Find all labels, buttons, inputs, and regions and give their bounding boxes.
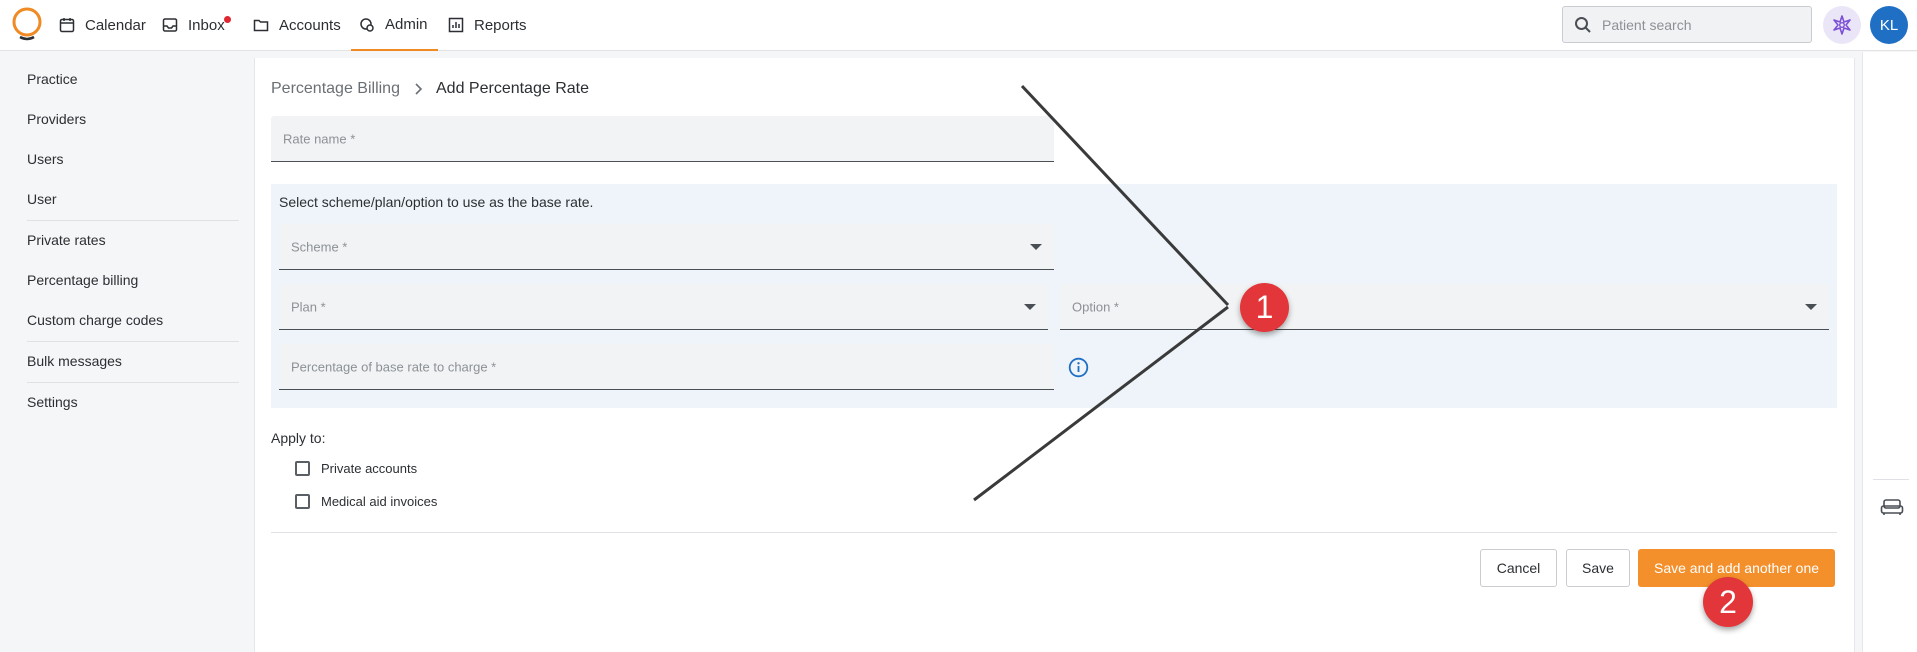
- percentage-field[interactable]: Percentage of base rate to charge *: [279, 344, 1054, 390]
- medical-aid-invoices-label: Medical aid invoices: [321, 494, 438, 509]
- sidebar-item-percentage-billing[interactable]: Percentage billing: [27, 272, 138, 288]
- sparkle-icon: [1833, 15, 1851, 35]
- sidebar-item-settings[interactable]: Settings: [27, 394, 78, 410]
- top-nav: Calendar Inbox Accounts Admin Reports KL: [0, 0, 1917, 51]
- plan-select[interactable]: Plan *: [279, 284, 1048, 330]
- sidebar-item-bulk-messages[interactable]: Bulk messages: [27, 353, 122, 369]
- medical-aid-invoices-checkbox[interactable]: [295, 494, 310, 509]
- user-avatar[interactable]: KL: [1870, 6, 1908, 44]
- percentage-placeholder: Percentage of base rate to charge *: [291, 359, 497, 374]
- chevron-right-icon: [415, 83, 423, 95]
- info-icon[interactable]: [1068, 357, 1089, 378]
- private-accounts-checkbox-row[interactable]: Private accounts: [295, 461, 417, 476]
- search-icon: [1575, 16, 1591, 33]
- inbox-icon: [162, 18, 178, 32]
- nav-accounts[interactable]: Accounts: [253, 0, 341, 50]
- sidebar-item-practice[interactable]: Practice: [27, 71, 78, 87]
- add-percentage-rate-panel: Percentage Billing Add Percentage Rate R…: [254, 58, 1855, 652]
- sidebar-item-custom-charge-codes[interactable]: Custom charge codes: [27, 312, 163, 328]
- rate-name-placeholder: Rate name *: [283, 131, 356, 146]
- nav-admin-label: Admin: [385, 16, 428, 33]
- save-button[interactable]: Save: [1566, 549, 1630, 587]
- reports-icon: [448, 17, 464, 33]
- admin-icon: [360, 17, 374, 32]
- breadcrumb-parent[interactable]: Percentage Billing: [271, 80, 400, 98]
- chevron-down-icon: [1024, 303, 1036, 310]
- medical-aid-invoices-checkbox-row[interactable]: Medical aid invoices: [295, 494, 437, 509]
- nav-calendar-label: Calendar: [85, 16, 146, 34]
- sidebar-divider: [27, 382, 239, 383]
- sidebar-item-providers[interactable]: Providers: [27, 111, 86, 127]
- cancel-button[interactable]: Cancel: [1480, 549, 1557, 587]
- scheme-placeholder: Scheme *: [291, 239, 348, 254]
- option-placeholder: Option *: [1072, 299, 1119, 314]
- chevron-down-icon: [1805, 303, 1817, 310]
- annotation-badge-1: 1: [1240, 283, 1289, 332]
- base-rate-section: Select scheme/plan/option to use as the …: [271, 184, 1837, 408]
- annotation-badge-2: 2: [1703, 577, 1753, 627]
- nav-reports-label: Reports: [474, 16, 527, 34]
- sidebar-item-users[interactable]: Users: [27, 151, 64, 167]
- apply-to-label: Apply to:: [271, 430, 326, 446]
- nav-accounts-label: Accounts: [279, 16, 341, 34]
- nav-admin[interactable]: Admin: [351, 0, 438, 51]
- patient-search[interactable]: [1562, 6, 1812, 43]
- patient-search-input[interactable]: [1602, 16, 1792, 33]
- nav-inbox[interactable]: Inbox: [162, 0, 225, 50]
- private-accounts-checkbox[interactable]: [295, 461, 310, 476]
- ai-assistant-button[interactable]: [1823, 6, 1861, 44]
- admin-sidebar: Practice Providers Users User Private ra…: [0, 52, 248, 652]
- nav-reports[interactable]: Reports: [448, 0, 527, 50]
- sidebar-item-private-rates[interactable]: Private rates: [27, 232, 106, 248]
- rail-divider: [1873, 479, 1909, 480]
- nav-calendar[interactable]: Calendar: [59, 0, 146, 50]
- folder-icon: [253, 19, 269, 32]
- nav-inbox-label: Inbox: [188, 16, 225, 34]
- plan-placeholder: Plan *: [291, 299, 326, 314]
- sidebar-divider: [27, 220, 239, 221]
- base-rate-instruction: Select scheme/plan/option to use as the …: [279, 194, 594, 210]
- sidebar-item-user[interactable]: User: [27, 191, 57, 207]
- app-logo-icon[interactable]: [10, 6, 44, 42]
- private-accounts-label: Private accounts: [321, 461, 418, 476]
- form-divider: [271, 532, 1837, 533]
- scheme-select[interactable]: Scheme *: [279, 224, 1054, 270]
- rate-name-field[interactable]: Rate name *: [271, 116, 1054, 162]
- chevron-down-icon: [1030, 243, 1042, 250]
- inbox-notification-dot: [224, 16, 231, 23]
- calendar-icon: [59, 18, 75, 33]
- couch-icon[interactable]: [1880, 498, 1904, 516]
- sidebar-divider: [27, 341, 239, 342]
- breadcrumb-current: Add Percentage Rate: [436, 80, 589, 97]
- right-rail: [1862, 52, 1917, 652]
- option-select[interactable]: Option *: [1060, 284, 1829, 330]
